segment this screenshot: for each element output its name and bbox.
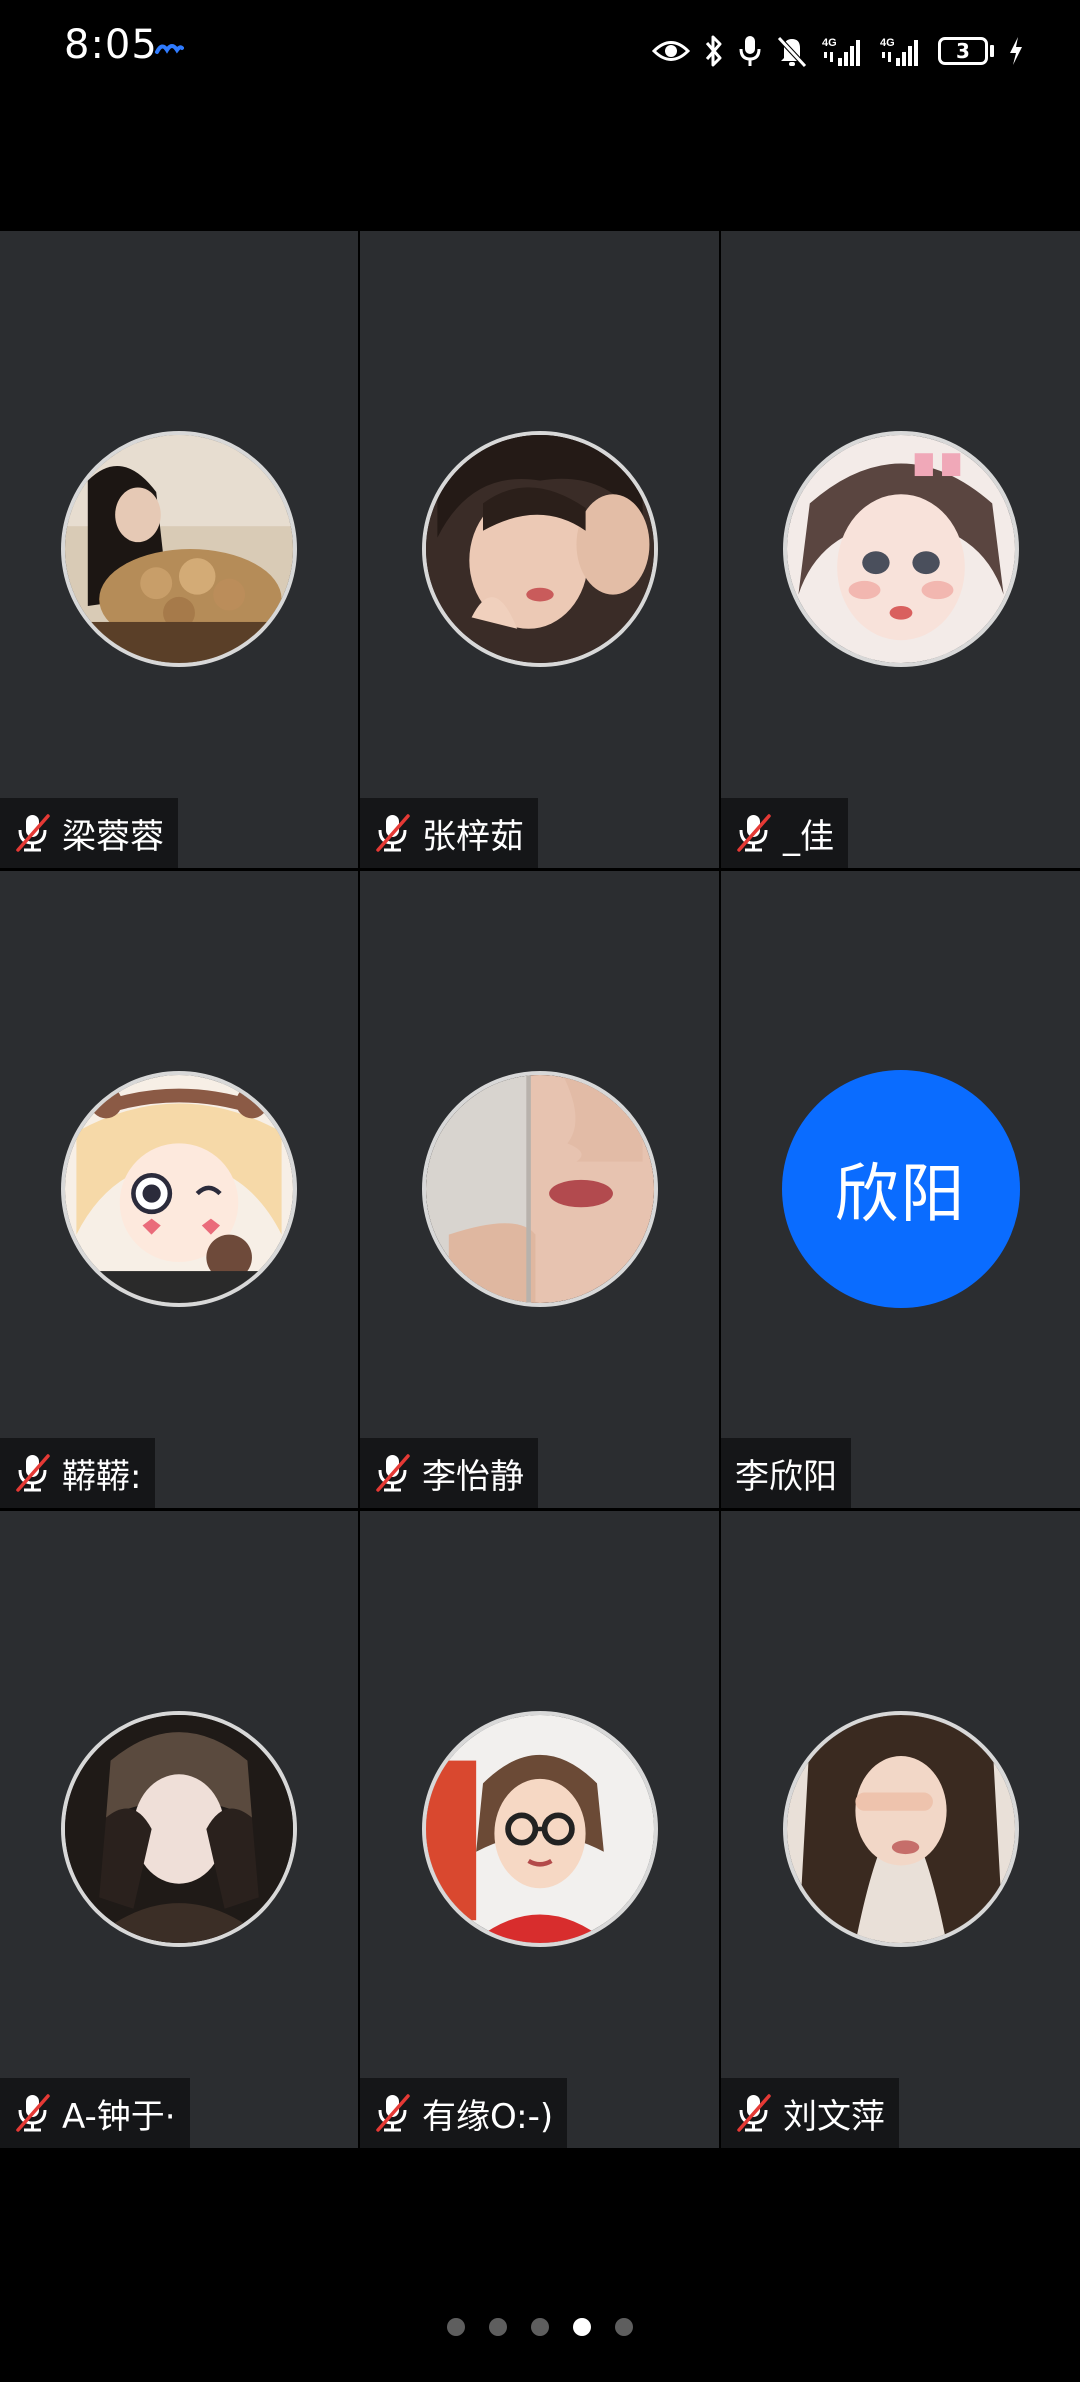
signal-icon-2: 4G	[880, 37, 918, 66]
participant-avatar	[61, 431, 297, 667]
participant-tile[interactable]: 有缘O:-)	[360, 1511, 719, 2148]
status-icons: 4G 4G 3	[652, 28, 1024, 74]
participant-tile[interactable]: 张梓茹	[360, 231, 719, 868]
participant-name-tag: A-钟于·	[0, 2078, 190, 2148]
participant-name-tag: _佳	[721, 798, 848, 868]
participant-name: 张梓茹	[422, 816, 524, 857]
status-time: 8:05	[64, 22, 158, 68]
signal-icon: 4G	[822, 37, 860, 66]
participant-name: A-钟于·	[62, 2096, 176, 2137]
participant-name-tag: 鞯鞯:	[0, 1438, 156, 1508]
page-dot[interactable]	[447, 2318, 465, 2336]
participant-name: 李怡静	[422, 1456, 524, 1497]
participant-name: 鞯鞯:	[62, 1456, 142, 1497]
participant-name-tag: 梁蓉蓉	[0, 798, 178, 868]
participant-name: _佳	[783, 816, 834, 857]
mic-muted-icon	[376, 2094, 410, 2132]
participant-name: 李欣阳	[735, 1456, 837, 1497]
mic-muted-icon	[16, 814, 50, 852]
participant-initials-avatar: 欣阳	[781, 1070, 1020, 1308]
participant-avatar	[61, 1711, 297, 1947]
mic-muted-icon	[376, 1454, 410, 1492]
participant-tile[interactable]: 欣阳 李欣阳	[721, 871, 1080, 1508]
participant-name-tag: 李欣阳	[721, 1438, 851, 1508]
participant-avatar	[421, 1071, 658, 1307]
page-dot[interactable]	[531, 2318, 549, 2336]
page-indicator[interactable]	[0, 2312, 1080, 2342]
bluetooth-icon	[705, 35, 722, 67]
participant-tile[interactable]: 李怡静	[360, 871, 719, 1508]
mic-muted-icon	[16, 2094, 50, 2132]
participant-grid: 梁蓉蓉 张梓茹 _佳 鞯鞯: 李怡静 欣阳 李欣阳 A-钟于· 有缘O:-) 刘…	[0, 231, 1080, 2148]
status-bar: 8:05 4G 4G 3	[0, 0, 1080, 100]
page-dot[interactable]	[615, 2318, 633, 2336]
page-dot[interactable]	[489, 2318, 507, 2336]
battery-level: 3	[938, 37, 988, 65]
battery-icon: 3	[938, 37, 994, 65]
svg-text:4G: 4G	[880, 37, 895, 49]
participant-tile[interactable]: 刘文萍	[721, 1511, 1080, 2148]
participant-name-tag: 有缘O:-)	[360, 2078, 568, 2148]
participant-avatar	[61, 1071, 297, 1307]
eye-icon	[652, 41, 690, 61]
participant-tile[interactable]: 梁蓉蓉	[0, 231, 358, 868]
mic-muted-icon	[376, 814, 410, 852]
participant-tile[interactable]: _佳	[721, 231, 1080, 868]
microphone-icon	[739, 36, 761, 66]
participant-avatar	[421, 1711, 658, 1947]
page-dot-active[interactable]	[573, 2318, 591, 2336]
participant-name: 刘文萍	[783, 2096, 885, 2137]
participant-name: 梁蓉蓉	[62, 816, 164, 857]
mic-muted-icon	[737, 814, 771, 852]
bell-muted-icon	[777, 36, 807, 68]
participant-tile[interactable]: A-钟于·	[0, 1511, 358, 2148]
svg-text:4G: 4G	[822, 37, 837, 49]
charging-icon	[1010, 37, 1022, 65]
participant-name-tag: 李怡静	[360, 1438, 538, 1508]
participant-avatar	[421, 431, 658, 667]
participant-avatar	[782, 431, 1019, 667]
mic-muted-icon	[737, 2094, 771, 2132]
participant-name: 有缘O:-)	[422, 2096, 554, 2137]
mic-muted-icon	[16, 1454, 50, 1492]
participant-name-tag: 张梓茹	[360, 798, 538, 868]
participant-avatar	[782, 1711, 1019, 1947]
participant-tile[interactable]: 鞯鞯:	[0, 871, 358, 1508]
app-notification-icon	[155, 44, 184, 54]
participant-name-tag: 刘文萍	[721, 2078, 899, 2148]
